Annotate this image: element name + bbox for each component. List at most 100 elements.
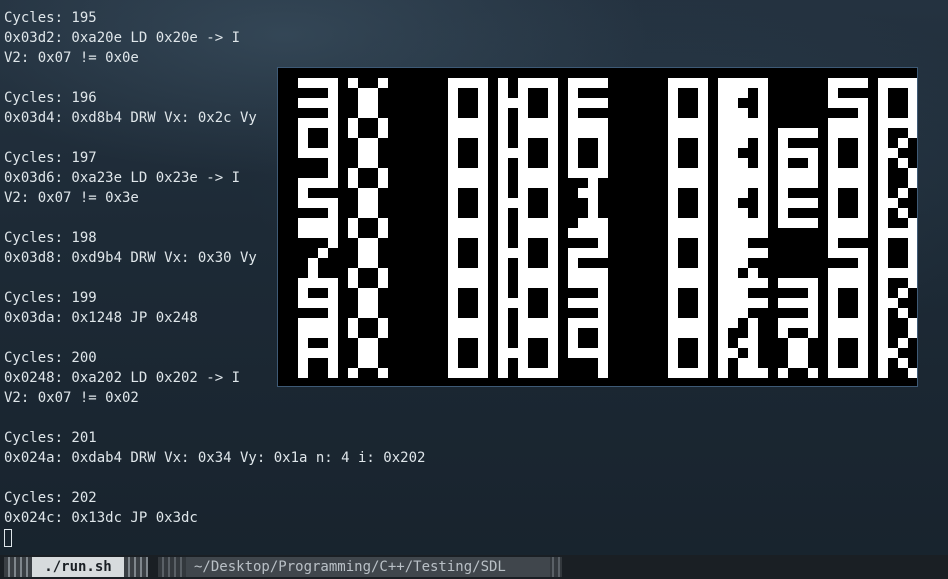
terminal-line: Cycles: 202 xyxy=(4,490,97,506)
chip8-pixel xyxy=(478,218,488,228)
chip8-pixel xyxy=(858,218,868,228)
chip8-pixel xyxy=(348,128,358,138)
chip8-pixel xyxy=(458,218,468,228)
chip8-pixel xyxy=(848,178,858,188)
chip8-emulator-window[interactable]: 3X OK0E OK0 5OK4X OK00 OK06OK5X OK01 OK0… xyxy=(277,67,918,387)
chip8-pixel xyxy=(308,298,318,308)
chip8-pixel xyxy=(568,348,578,358)
chip8-pixel xyxy=(828,348,838,358)
chip8-pixel xyxy=(368,198,378,208)
chip8-pixel xyxy=(668,188,678,198)
chip8-pixel xyxy=(718,288,728,298)
chip8-pixel xyxy=(368,108,378,118)
chip8-pixel xyxy=(308,348,318,358)
chip8-pixel xyxy=(358,288,368,298)
chip8-pixel xyxy=(368,248,378,258)
chip8-pixel xyxy=(578,98,588,108)
chip8-pixel xyxy=(828,318,838,328)
chip8-pixel xyxy=(878,258,888,268)
chip8-pixel xyxy=(738,158,748,168)
chip8-pixel xyxy=(738,258,748,268)
chip8-pixel xyxy=(828,138,838,148)
chip8-pixel xyxy=(508,98,518,108)
chip8-pixel xyxy=(518,118,528,128)
chip8-pixel xyxy=(498,88,508,98)
chip8-pixel xyxy=(808,218,818,228)
chip8-pixel xyxy=(328,88,338,98)
chip8-pixel xyxy=(458,128,468,138)
chip8-pixel xyxy=(788,218,798,228)
chip8-pixel xyxy=(498,258,508,268)
chip8-pixel xyxy=(848,278,858,288)
chip8-pixel xyxy=(858,348,868,358)
chip8-pixel xyxy=(878,268,888,278)
status-tab-path[interactable]: ~/Desktop/Programming/C++/Testing/SDL xyxy=(158,557,562,577)
chip8-pixel xyxy=(448,188,458,198)
chip8-pixel xyxy=(518,368,528,378)
chip8-pixel xyxy=(368,338,378,348)
chip8-pixel xyxy=(878,358,888,368)
chip8-pixel xyxy=(298,348,308,358)
chip8-pixel xyxy=(588,178,598,188)
chip8-pixel xyxy=(718,158,728,168)
chip8-pixel xyxy=(448,238,458,248)
chip8-pixel xyxy=(688,178,698,188)
chip8-pixel xyxy=(788,298,798,308)
chip8-pixel xyxy=(908,238,917,248)
chip8-pixel xyxy=(358,238,368,248)
chip8-pixel xyxy=(808,178,818,188)
chip8-pixel xyxy=(498,118,508,128)
status-tab-active[interactable]: ./run.sh xyxy=(4,557,148,577)
chip8-pixel xyxy=(728,268,738,278)
chip8-pixel xyxy=(858,78,868,88)
chip8-pixel xyxy=(328,298,338,308)
chip8-pixel xyxy=(738,228,748,238)
chip8-pixel xyxy=(898,228,908,238)
chip8-pixel xyxy=(878,128,888,138)
chip8-pixel xyxy=(568,168,578,178)
terminal-line: Cycles: 196 xyxy=(4,90,97,106)
chip8-pixel xyxy=(878,228,888,238)
chip8-pixel xyxy=(808,288,818,298)
chip8-pixel xyxy=(878,368,888,378)
chip8-pixel xyxy=(828,298,838,308)
chip8-pixel xyxy=(548,248,558,258)
chip8-pixel xyxy=(568,118,578,128)
chip8-pixel xyxy=(798,298,808,308)
chip8-pixel xyxy=(328,328,338,338)
chip8-pixel xyxy=(298,228,308,238)
chip8-pixel xyxy=(548,178,558,188)
chip8-pixel xyxy=(738,88,748,98)
chip8-pixel xyxy=(898,338,908,348)
chip8-pixel xyxy=(498,138,508,148)
chip8-pixel xyxy=(808,128,818,138)
chip8-pixel xyxy=(588,228,598,238)
chip8-pixel xyxy=(568,138,578,148)
chip8-pixel xyxy=(448,128,458,138)
chip8-pixel xyxy=(878,308,888,318)
chip8-pixel xyxy=(348,178,358,188)
chip8-pixel xyxy=(668,218,678,228)
chip8-pixel xyxy=(758,368,768,378)
chip8-pixel xyxy=(738,108,748,118)
chip8-pixel xyxy=(698,188,708,198)
chip8-pixel xyxy=(548,88,558,98)
chip8-pixel xyxy=(368,188,378,198)
chip8-pixel xyxy=(298,318,308,328)
chip8-pixel xyxy=(678,128,688,138)
chip8-pixel xyxy=(788,278,798,288)
chip8-pixel xyxy=(748,168,758,178)
chip8-pixel xyxy=(878,118,888,128)
chip8-pixel xyxy=(468,118,478,128)
chip8-pixel xyxy=(358,358,368,368)
chip8-pixel xyxy=(858,178,868,188)
chip8-pixel xyxy=(498,308,508,318)
chip8-pixel xyxy=(478,328,488,338)
chip8-pixel xyxy=(878,208,888,218)
chip8-pixel xyxy=(598,118,608,128)
chip8-pixel xyxy=(718,108,728,118)
chip8-pixel xyxy=(368,158,378,168)
chip8-pixel xyxy=(578,248,588,258)
chip8-pixel xyxy=(588,268,598,278)
chip8-pixel xyxy=(828,208,838,218)
